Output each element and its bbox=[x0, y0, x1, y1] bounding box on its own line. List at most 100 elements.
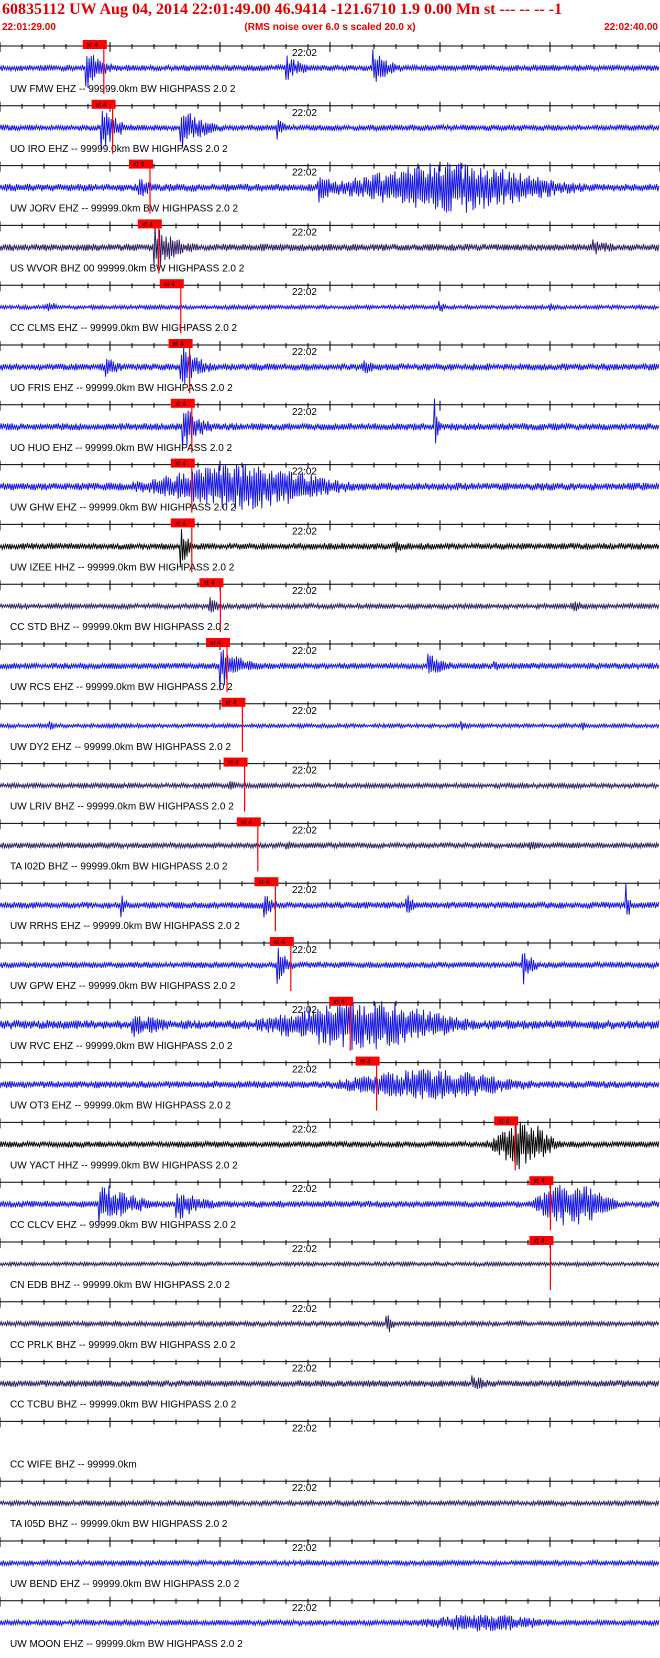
minute-label: 22:02 bbox=[292, 885, 317, 896]
minute-label: 22:02 bbox=[292, 1065, 317, 1076]
rms-noise-note: (RMS noise over 6.0 s scaled 20.0 x) bbox=[244, 22, 416, 33]
pick-label: xt 4 bbox=[333, 999, 344, 1006]
minute-label: 22:02 bbox=[292, 766, 317, 777]
pick-label: xt 4 bbox=[142, 221, 153, 228]
time-ticks bbox=[0, 939, 660, 949]
minute-label: 22:02 bbox=[292, 1124, 317, 1135]
trace-label: UW MOON EHZ -- 99999.0km BW HIGHPASS 2.0… bbox=[10, 1639, 243, 1650]
waveform-trace bbox=[0, 721, 660, 731]
trace-label: UW RCS EHZ -- 99999.0km BW HIGHPASS 2.0 … bbox=[10, 682, 233, 693]
trace-label: CN EDB BHZ -- 99999.0km BW HIGHPASS 2.0 … bbox=[10, 1280, 230, 1291]
trace-label: UW OT3 EHZ -- 99999.0km BW HIGHPASS 2.0 … bbox=[10, 1101, 231, 1112]
waveform-trace bbox=[0, 49, 660, 89]
minute-label: 22:02 bbox=[292, 1423, 317, 1434]
pick-label: xt 4 bbox=[258, 879, 269, 886]
trace-label: US WVOR BHZ 00 99999.0km BW HIGHPASS 2.0… bbox=[10, 263, 245, 274]
time-ticks bbox=[0, 341, 660, 351]
time-ticks bbox=[0, 759, 660, 770]
time-ticks bbox=[0, 520, 660, 531]
minute-label: 22:02 bbox=[292, 108, 317, 119]
pick-label: xt 4 bbox=[498, 1118, 509, 1125]
trace-label: UO FRIS EHZ -- 99999.0km BW HIGHPASS 2.0… bbox=[10, 383, 233, 394]
time-ticks bbox=[0, 281, 660, 292]
minute-label: 22:02 bbox=[292, 706, 317, 717]
waveform-trace bbox=[0, 345, 660, 385]
minute-label: 22:02 bbox=[292, 48, 317, 59]
minute-label: 22:02 bbox=[292, 227, 317, 238]
pick-label: xt 4 bbox=[164, 281, 175, 288]
trace-label: UW RVC EHZ -- 99999.0km BW HIGHPASS 2.0 … bbox=[10, 1041, 233, 1052]
minute-label: 22:02 bbox=[292, 1304, 317, 1315]
minute-label: 22:02 bbox=[292, 1483, 317, 1494]
minute-label: 22:02 bbox=[292, 1244, 317, 1255]
trace-label: UW RRHS EHZ -- 99999.0km BW HIGHPASS 2.0… bbox=[10, 921, 240, 932]
waveform-trace bbox=[0, 781, 660, 790]
trace-label: UW BEND EHZ -- 99999.0km BW HIGHPASS 2.0… bbox=[10, 1579, 240, 1590]
pick-label: xt 4 bbox=[274, 939, 285, 946]
waveform-trace bbox=[0, 882, 660, 918]
trace-label: CC STD BHZ -- 99999.0km BW HIGHPASS 2.0 … bbox=[10, 622, 230, 633]
time-ticks bbox=[0, 1297, 660, 1308]
trace-label: UW GHW EHZ -- 99999.0km BW HIGHPASS 2.0 … bbox=[10, 503, 236, 514]
end-time-label: 22:02:40.00 bbox=[604, 22, 658, 33]
minute-label: 22:02 bbox=[292, 1184, 317, 1195]
time-ticks bbox=[0, 221, 660, 232]
trace-label: UW DY2 EHZ -- 99999.0km BW HIGHPASS 2.0 … bbox=[10, 742, 231, 753]
minute-label: 22:02 bbox=[292, 467, 317, 478]
time-ticks bbox=[0, 1357, 660, 1368]
trace-label: CC CLCV EHZ -- 99999.0km BW HIGHPASS 2.0… bbox=[10, 1220, 236, 1231]
pick-label: xt 4 bbox=[210, 640, 221, 647]
waveform-trace bbox=[0, 597, 660, 613]
pick-label: xt 4 bbox=[241, 819, 252, 826]
trace-label: UO IRO EHZ -- 99999.0km BW HIGHPASS 2.0 … bbox=[10, 144, 228, 155]
time-ticks bbox=[0, 1118, 660, 1129]
trace-label: UO HUO EHZ -- 99999.0km BW HIGHPASS 2.0 … bbox=[10, 443, 233, 454]
waveform-trace bbox=[0, 223, 660, 268]
trace-label: UW GPW EHZ -- 99999.0km BW HIGHPASS 2.0 … bbox=[10, 981, 236, 992]
time-ticks bbox=[0, 640, 660, 650]
event-title: 60835112 UW Aug 04, 2014 22:01:49.00 46.… bbox=[2, 1, 563, 18]
time-ticks bbox=[0, 699, 660, 710]
waveform-trace bbox=[0, 300, 660, 312]
minute-label: 22:02 bbox=[292, 1364, 317, 1375]
minute-label: 22:02 bbox=[292, 825, 317, 836]
waveform-trace bbox=[0, 1260, 660, 1268]
waveform-trace bbox=[0, 1069, 660, 1100]
time-ticks bbox=[0, 400, 660, 411]
time-ticks bbox=[0, 1238, 660, 1248]
trace-label: UW JORV EHZ -- 99999.0km BW HIGHPASS 2.0… bbox=[10, 204, 238, 215]
minute-label: 22:02 bbox=[292, 1543, 317, 1554]
pick-label: xt 4 bbox=[96, 102, 107, 109]
trace-label: CC PRLK BHZ -- 99999.0km BW HIGHPASS 2.0… bbox=[10, 1340, 236, 1351]
pick-label: xt 4 bbox=[360, 1059, 371, 1066]
trace-label: CC CLMS EHZ -- 99999.0km BW HIGHPASS 2.0… bbox=[10, 323, 238, 334]
trace-label: UW IZEE HHZ -- 99999.0km BW HIGHPASS 2.0… bbox=[10, 562, 235, 573]
seismogram-plot: 22:02 UW FMW EHZ -- 99999.0km BW HIGHPASS… bbox=[0, 40, 660, 1650]
waveform-trace bbox=[0, 528, 660, 567]
pick-label: xt 4 bbox=[203, 580, 214, 587]
waveform-trace bbox=[0, 398, 660, 450]
trace-label: CC TCBU BHZ -- 99999.0km BW HIGHPASS 2.0… bbox=[10, 1400, 237, 1411]
trace-label: CC WIFE BHZ -- 99999.0km bbox=[10, 1459, 137, 1470]
waveform-trace bbox=[0, 1375, 660, 1389]
time-ticks bbox=[0, 1477, 660, 1488]
trace-label: UW LRIV BHZ -- 99999.0km BW HIGHPASS 2.0… bbox=[10, 802, 234, 813]
waveform-trace bbox=[0, 1558, 660, 1568]
time-ticks bbox=[0, 1596, 660, 1607]
minute-label: 22:02 bbox=[292, 347, 317, 358]
time-ticks bbox=[0, 879, 660, 890]
pick-label: xt 4 bbox=[175, 520, 186, 527]
minute-label: 22:02 bbox=[292, 287, 317, 298]
waveform-trace bbox=[0, 1614, 660, 1632]
pick-label: xt 4 bbox=[533, 1178, 544, 1185]
header: 60835112 UW Aug 04, 2014 22:01:49.00 46.… bbox=[0, 0, 660, 36]
minute-label: 22:02 bbox=[292, 1603, 317, 1614]
pick-label: xt 4 bbox=[133, 162, 144, 169]
time-ticks bbox=[0, 1058, 660, 1069]
pick-label: xt 4 bbox=[533, 1238, 544, 1245]
pick-label: xt 4 bbox=[225, 700, 236, 707]
pick-label: xt 4 bbox=[173, 341, 184, 348]
trace-label: TA I05D BHZ -- 99999.0km BW HIGHPASS 2.0… bbox=[10, 1519, 228, 1530]
waveform-trace bbox=[0, 840, 660, 850]
trace-label: UW YACT HHZ -- 99999.0km BW HIGHPASS 2.0… bbox=[10, 1160, 238, 1171]
